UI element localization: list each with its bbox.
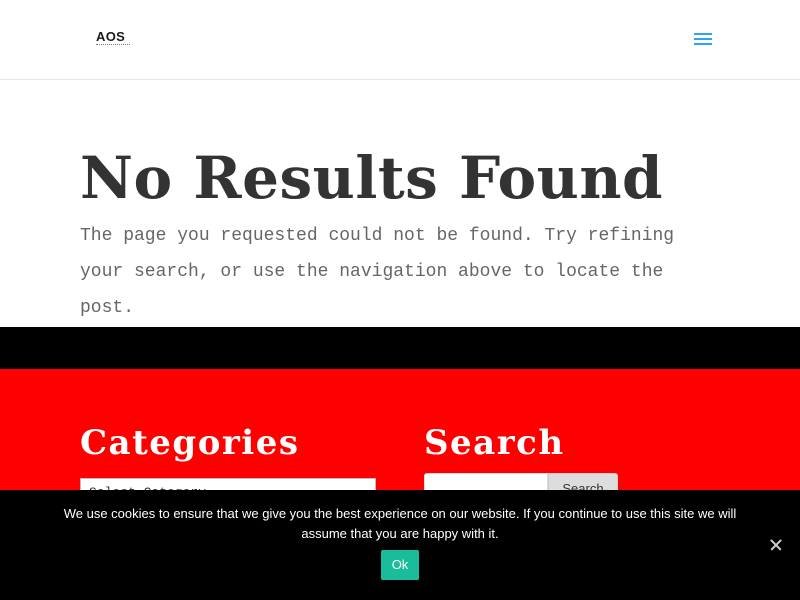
close-icon[interactable] xyxy=(766,535,786,555)
search-widget-title: Search xyxy=(424,423,565,463)
cookie-notice-text: We use cookies to ensure that we give yo… xyxy=(63,506,737,541)
logo-tagline-line xyxy=(96,44,130,47)
page-title: No Results Found xyxy=(80,144,664,212)
not-found-message: The page you requested could not be foun… xyxy=(80,226,675,318)
cookie-ok-button[interactable]: Ok xyxy=(381,550,419,580)
hamburger-menu-icon[interactable] xyxy=(692,31,714,49)
categories-widget-title: Categories xyxy=(80,423,300,463)
footer-divider-band xyxy=(0,327,800,369)
site-header: AOS xyxy=(0,0,800,80)
logo-text: AOS xyxy=(96,29,126,44)
site-logo[interactable]: AOS xyxy=(96,30,132,48)
